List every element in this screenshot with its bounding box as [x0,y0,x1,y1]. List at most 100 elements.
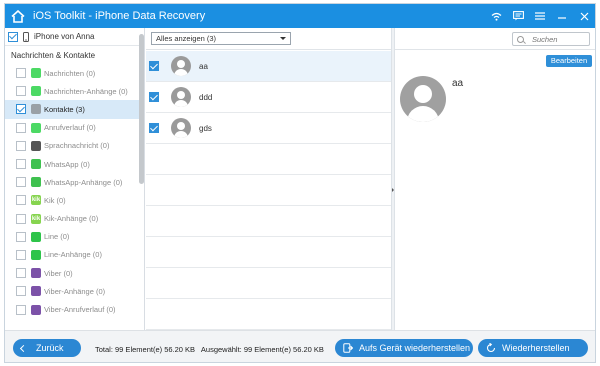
line-attachment-icon [31,249,41,260]
window-controls [489,4,591,28]
contact-checkbox[interactable] [149,92,159,102]
device-row[interactable]: iPhone von Anna [5,28,144,46]
contact-name: gds [199,123,212,133]
table-row[interactable]: gds [146,113,391,144]
sidebar-item[interactable]: Nachrichten (0) [5,64,144,82]
empty-row [146,268,391,299]
contact-detail: aa [395,51,595,330]
close-icon[interactable] [577,9,591,23]
contacts-icon [31,104,41,115]
message-attachment-icon [31,86,41,97]
whatsapp-attachment-icon [31,177,41,188]
search-icon [517,35,524,43]
sidebar-item-label: Kik (0) [44,195,66,205]
sidebar-item-checkbox[interactable] [16,177,26,188]
device-checkbox[interactable] [8,31,18,42]
sidebar-item-checkbox[interactable] [16,286,26,297]
table-row[interactable]: aa [146,51,391,82]
contact-checkbox[interactable] [149,61,159,71]
sidebar-item-checkbox[interactable] [16,195,26,206]
sidebar-item[interactable]: Viber-Anrufverlauf (0) [5,300,144,318]
sidebar-item[interactable]: Nachrichten-Anhänge (0) [5,82,144,100]
message-icon [31,68,41,79]
bottom-bar: Zurück Total: 99 Element(e) 56.20 KB Aus… [5,330,595,362]
sidebar-item-checkbox[interactable] [16,249,26,260]
list-toolbar: Alles anzeigen (3) [146,28,595,50]
feedback-icon[interactable] [511,9,525,23]
sidebar-item-checkbox[interactable] [16,268,26,279]
sidebar-item-checkbox[interactable] [16,104,26,115]
sidebar-item-checkbox[interactable] [16,140,26,151]
expand-arrow-icon[interactable] [392,188,394,192]
sidebar-item-checkbox[interactable] [16,304,26,315]
sidebar-item[interactable]: Viber (0) [5,264,144,282]
sidebar-item-checkbox[interactable] [16,68,26,79]
whatsapp-icon [31,159,41,170]
sidebar-item-label: Line-Anhänge (0) [44,250,102,260]
sidebar-item-checkbox[interactable] [16,159,26,170]
home-icon[interactable] [7,4,29,28]
edit-button[interactable]: Bearbeiten [546,55,592,67]
avatar [171,118,191,138]
menu-icon[interactable] [533,9,547,23]
viber-icon [31,268,41,279]
filter-select[interactable]: Alles anzeigen (3) [151,32,291,45]
sidebar-scrollbar[interactable] [139,34,144,184]
search-input[interactable] [532,34,582,44]
restore-button[interactable]: Wiederherstellen [478,339,588,357]
sidebar-item[interactable]: Anrufverlauf (0) [5,119,144,137]
sidebar-item-checkbox[interactable] [16,122,26,133]
table-row[interactable]: ddd [146,82,391,113]
sidebar-item[interactable]: kik Kik-Anhänge (0) [5,210,144,228]
chevron-down-icon [280,37,286,40]
sidebar-item[interactable]: Viber-Anhänge (0) [5,282,144,300]
filter-value: Alles anzeigen (3) [156,34,217,43]
app-window: iOS Toolkit - iPhone Data Recovery iPhon… [4,3,596,363]
phone-icon [31,122,41,133]
sidebar-item-label: Nachrichten-Anhänge (0) [44,86,128,96]
search-box[interactable] [512,32,590,46]
sidebar-item[interactable]: WhatsApp (0) [5,155,144,173]
sidebar-item-label: Kik-Anhänge (0) [44,214,99,224]
sidebar-item-label: Viber-Anhänge (0) [44,286,106,296]
restore-to-device-button[interactable]: Aufs Gerät wiederherstellen [335,339,473,357]
line-icon [31,231,41,242]
sidebar-item-checkbox[interactable] [16,231,26,242]
viber-call-icon [31,304,41,315]
contact-list: aa ddd gds [146,51,391,330]
empty-row [146,175,391,206]
chevron-left-icon [19,344,28,352]
sidebar-item-checkbox[interactable] [16,213,26,224]
sidebar-item-label: Viber (0) [44,268,73,278]
empty-row [146,144,391,175]
contact-checkbox[interactable] [149,123,159,133]
contact-name: ddd [199,92,213,102]
sidebar-item[interactable]: WhatsApp-Anhänge (0) [5,173,144,191]
sidebar-item-label: Sprachnachricht (0) [44,141,110,151]
sidebar-item[interactable]: Kontakte (3) [5,100,144,119]
back-label: Zurück [36,343,64,353]
sidebar-item[interactable]: Sprachnachricht (0) [5,137,144,155]
sidebar-item-checkbox[interactable] [16,86,26,97]
sidebar-item-label: WhatsApp-Anhänge (0) [44,177,123,187]
sidebar-item[interactable]: kik Kik (0) [5,191,144,209]
sidebar: iPhone von Anna Nachrichten & Kontakte N… [5,28,145,330]
status-text: Total: 99 Element(e) 56.20 KB Ausgewählt… [95,345,324,354]
restore-label: Wiederherstellen [502,343,570,353]
device-restore-icon [343,343,354,353]
sidebar-item-label: Kontakte (3) [44,104,85,114]
viber-attachment-icon [31,286,41,297]
contact-name: aa [199,61,208,71]
sidebar-item[interactable]: Line-Anhänge (0) [5,246,144,264]
restore-to-device-label: Aufs Gerät wiederherstellen [359,343,471,353]
minimize-icon[interactable] [555,9,569,23]
sidebar-item[interactable]: Line (0) [5,228,144,246]
voicemail-icon [31,140,41,151]
phone-icon [23,31,29,42]
back-button[interactable]: Zurück [13,339,81,357]
window-title: iOS Toolkit - iPhone Data Recovery [33,10,206,22]
empty-row [146,299,391,330]
wifi-icon[interactable] [489,9,503,23]
sidebar-item-label: Line (0) [44,232,70,242]
kik-attachment-icon: kik [31,213,41,224]
